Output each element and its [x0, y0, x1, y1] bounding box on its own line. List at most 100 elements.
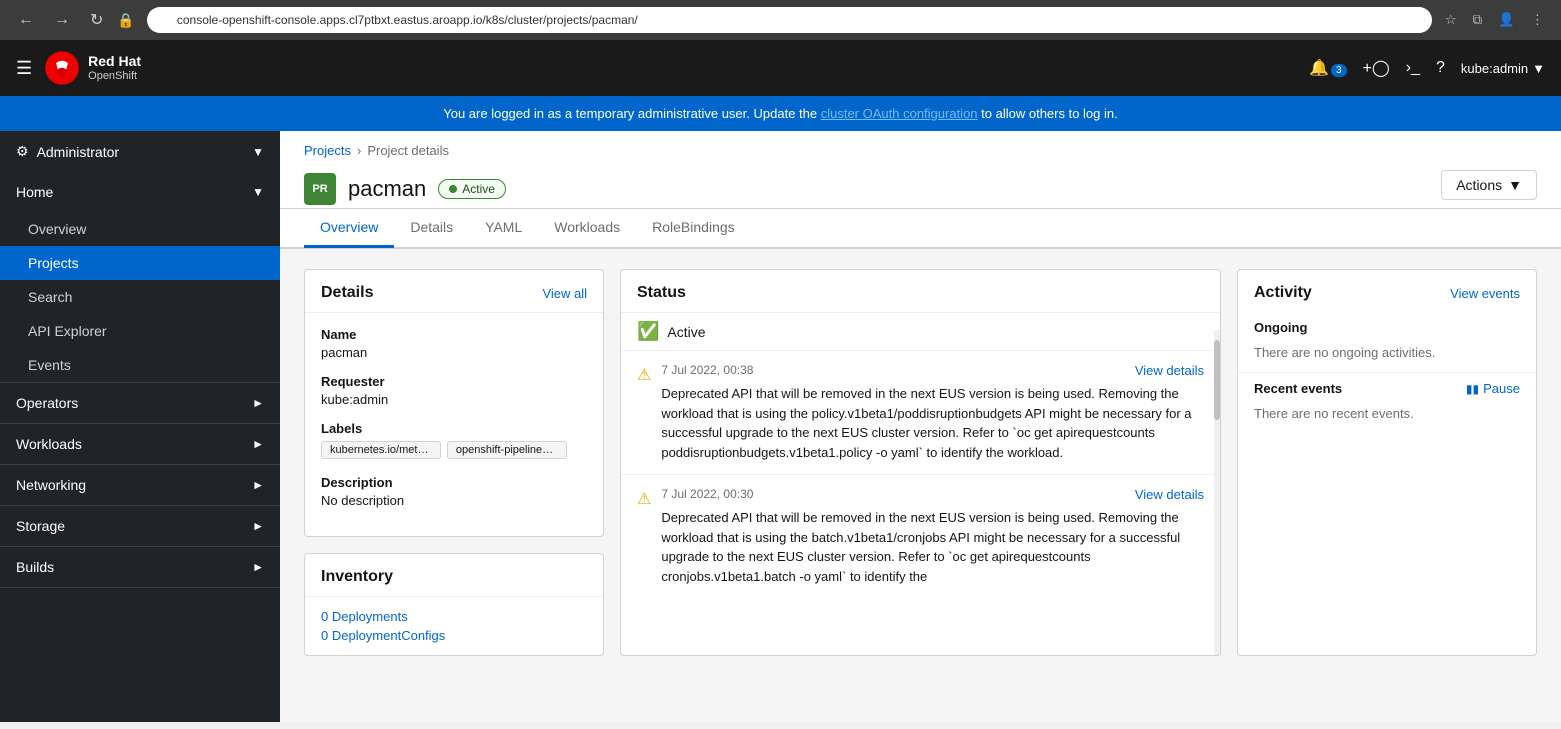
oauth-config-link[interactable]: cluster OAuth configuration — [821, 106, 978, 121]
sidebar-item-overview[interactable]: Overview — [0, 212, 280, 246]
label-tag-1: kubernetes.io/metadata.n... = pacm... — [321, 441, 441, 459]
sidebar-group-operators: Operators ► — [0, 383, 280, 424]
address-bar[interactable] — [147, 7, 1432, 33]
operators-label: Operators — [16, 395, 78, 411]
banner-text-after: to allow others to log in. — [981, 106, 1118, 121]
ongoing-label: Ongoing — [1238, 312, 1536, 339]
user-dropdown-icon: ▼ — [1532, 61, 1545, 76]
storage-label: Storage — [16, 518, 65, 534]
role-chevron-icon: ▼ — [252, 145, 264, 159]
storage-group-header[interactable]: Storage ► — [0, 506, 280, 546]
search-label: Search — [28, 289, 72, 305]
projects-label: Projects — [28, 255, 79, 271]
warning-header-2: 7 Jul 2022, 00:30 View details — [661, 487, 1204, 502]
status-active-row: ✅ Active — [621, 313, 1220, 350]
active-status-text: Active — [667, 324, 705, 340]
warning-content-2: 7 Jul 2022, 00:30 View details Deprecate… — [661, 487, 1204, 586]
help-button[interactable]: ? — [1436, 59, 1445, 77]
role-label: Administrator — [37, 144, 119, 160]
tab-overview[interactable]: Overview — [304, 209, 394, 248]
user-menu[interactable]: kube:admin ▼ — [1461, 61, 1545, 76]
workloads-group-header[interactable]: Workloads ► — [0, 424, 280, 464]
operators-group-header[interactable]: Operators ► — [0, 383, 280, 423]
detail-requester-row: Requester kube:admin — [321, 374, 587, 407]
menu-icon[interactable]: ⋮ — [1526, 10, 1549, 30]
labels-container: kubernetes.io/metadata.n... = pacm... op… — [321, 439, 587, 461]
home-group-header[interactable]: Home ▼ — [0, 172, 280, 212]
forward-button[interactable]: → — [48, 7, 76, 33]
sidebar-item-search[interactable]: Search — [0, 280, 280, 314]
sidebar-item-api-explorer[interactable]: API Explorer — [0, 314, 280, 348]
warning-view-details-1[interactable]: View details — [1135, 363, 1204, 378]
events-label: Events — [28, 357, 71, 373]
sidebar-item-events[interactable]: Events — [0, 348, 280, 382]
details-view-all-link[interactable]: View all — [542, 286, 587, 301]
tab-workloads[interactable]: Workloads — [538, 209, 636, 248]
builds-group-header[interactable]: Builds ► — [0, 547, 280, 587]
extension-icon[interactable]: ⧉ — [1468, 10, 1488, 30]
actions-dropdown-icon: ▼ — [1508, 177, 1522, 193]
browser-actions: ☆ ⧉ 👤 ⋮ — [1440, 10, 1549, 30]
networking-group-header[interactable]: Networking ► — [0, 465, 280, 505]
breadcrumb-projects-link[interactable]: Projects — [304, 143, 351, 158]
status-badge-text: Active — [462, 182, 495, 196]
no-recent-events-text: There are no recent events. — [1238, 400, 1536, 433]
profile-icon[interactable]: 👤 — [1493, 10, 1520, 30]
project-header: PR pacman Active Actions ▼ — [280, 158, 1561, 209]
inventory-card: Inventory 0 Deployments 0 DeploymentConf… — [304, 553, 604, 656]
warning-icon-2: ⚠ — [637, 489, 651, 509]
project-icon-text: PR — [312, 183, 327, 195]
deployment-configs-link[interactable]: 0 DeploymentConfigs — [321, 626, 587, 645]
brand-text: Red Hat OpenShift — [88, 53, 141, 83]
inventory-card-header: Inventory — [305, 554, 603, 597]
sidebar-item-projects[interactable]: Projects — [0, 246, 280, 280]
tab-details[interactable]: Details — [394, 209, 469, 248]
warning-item-1: ⚠ 7 Jul 2022, 00:38 View details Depreca… — [621, 350, 1220, 474]
warning-header-1: 7 Jul 2022, 00:38 View details — [661, 363, 1204, 378]
hamburger-menu[interactable]: ☰ — [16, 58, 32, 79]
main-content: Projects › Project details PR pacman Act… — [280, 131, 1561, 722]
admin-icon: ⚙ — [16, 143, 29, 160]
add-button[interactable]: +◯ — [1363, 58, 1390, 78]
warning-view-details-2[interactable]: View details — [1135, 487, 1204, 502]
terminal-button[interactable]: ›_ — [1406, 59, 1420, 77]
top-nav: ☰ Red Hat OpenShift 🔔3 +◯ ›_ ? kube:admi… — [0, 40, 1561, 96]
page-tabs: Overview Details YAML Workloads RoleBind… — [280, 209, 1561, 248]
pause-button[interactable]: ▮▮ Pause — [1466, 381, 1520, 396]
warning-icon-1: ⚠ — [637, 365, 651, 385]
reload-button[interactable]: ↻ — [84, 6, 109, 34]
requester-label: Requester — [321, 374, 587, 389]
status-card-header: Status — [621, 270, 1220, 313]
networking-chevron-icon: ► — [252, 478, 264, 492]
warning-body-1: Deprecated API that will be removed in t… — [661, 384, 1204, 462]
tab-rolebindings[interactable]: RoleBindings — [636, 209, 751, 248]
detail-labels-row: Labels kubernetes.io/metadata.n... = pac… — [321, 421, 587, 461]
role-selector[interactable]: ⚙ Administrator ▼ — [0, 131, 280, 172]
labels-label: Labels — [321, 421, 587, 436]
notifications-button[interactable]: 🔔3 — [1309, 58, 1346, 78]
project-status-badge: Active — [438, 179, 506, 199]
scroll-indicator[interactable] — [1214, 330, 1220, 655]
username: kube:admin — [1461, 61, 1528, 76]
details-card: Details View all Name pacman Requester k… — [304, 269, 604, 537]
sidebar-group-storage: Storage ► — [0, 506, 280, 547]
sidebar: ⚙ Administrator ▼ Home ▼ Overview Projec… — [0, 131, 280, 722]
storage-chevron-icon: ► — [252, 519, 264, 533]
browser-chrome: ← → ↻ 🔒 ☆ ⧉ 👤 ⋮ — [0, 0, 1561, 40]
inventory-card-title: Inventory — [321, 568, 393, 586]
page-header: Projects › Project details PR pacman Act… — [280, 131, 1561, 249]
actions-label: Actions — [1456, 177, 1502, 193]
scroll-thumb — [1214, 340, 1220, 420]
sidebar-group-home: Home ▼ Overview Projects Search API Expl… — [0, 172, 280, 383]
warning-date-2: 7 Jul 2022, 00:30 — [661, 487, 753, 501]
requester-value: kube:admin — [321, 392, 587, 407]
view-events-link[interactable]: View events — [1450, 286, 1520, 301]
tab-yaml[interactable]: YAML — [469, 209, 538, 248]
bookmark-icon[interactable]: ☆ — [1440, 10, 1462, 30]
banner-text: You are logged in as a temporary adminis… — [443, 106, 820, 121]
actions-button[interactable]: Actions ▼ — [1441, 170, 1537, 200]
overview-label: Overview — [28, 221, 86, 237]
back-button[interactable]: ← — [12, 7, 40, 33]
activity-card: Activity View events Ongoing There are n… — [1237, 269, 1537, 656]
deployments-link[interactable]: 0 Deployments — [321, 607, 587, 626]
